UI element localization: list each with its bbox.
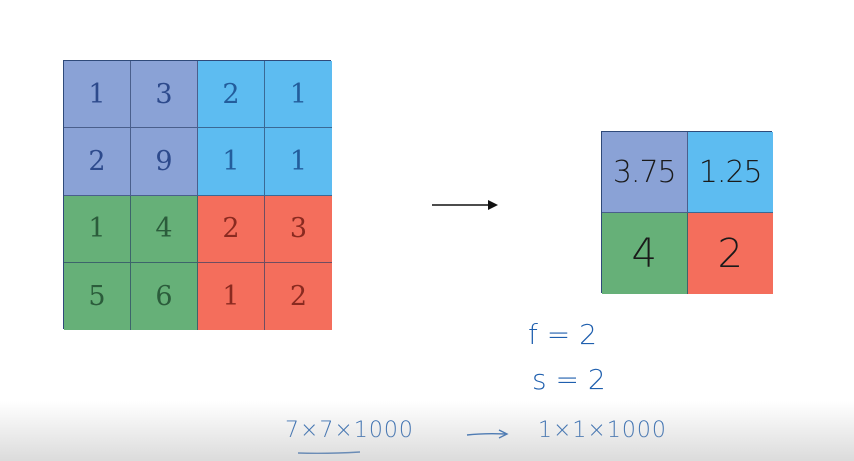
output-cell: 3.75 [602,132,688,213]
handwritten-underline [297,451,361,455]
filter-size-note: f = 2 [528,318,597,351]
stride-note: s = 2 [532,363,606,396]
output-cell: 2 [687,213,773,294]
input-cell: 3 [131,61,198,129]
input-cell: 9 [131,128,198,196]
input-cell: 4 [131,195,198,263]
bottom-shade [0,401,854,461]
output-cell: 4 [602,213,688,294]
input-cell: 1 [64,195,131,263]
input-cell: 2 [64,128,131,196]
input-cell: 2 [198,61,265,129]
input-cell: 1 [265,128,332,196]
input-grid: 1 3 2 1 2 9 1 1 1 4 2 3 5 6 1 2 [63,60,332,330]
input-cell: 1 [198,262,265,330]
input-cell: 1 [198,128,265,196]
input-cell: 2 [198,195,265,263]
input-volume-note: 7×7×1000 [285,418,414,443]
input-cell: 6 [131,262,198,330]
input-cell: 2 [265,262,332,330]
input-cell: 1 [265,61,332,129]
input-cell: 1 [64,61,131,129]
output-volume-note: 1×1×1000 [538,418,667,443]
input-cell: 3 [265,195,332,263]
output-grid: 3.75 1.25 4 2 [601,131,773,294]
input-cell: 5 [64,262,131,330]
handwritten-arrow-icon [466,429,509,439]
output-cell: 1.25 [687,132,773,213]
right-arrow-icon [432,200,498,210]
